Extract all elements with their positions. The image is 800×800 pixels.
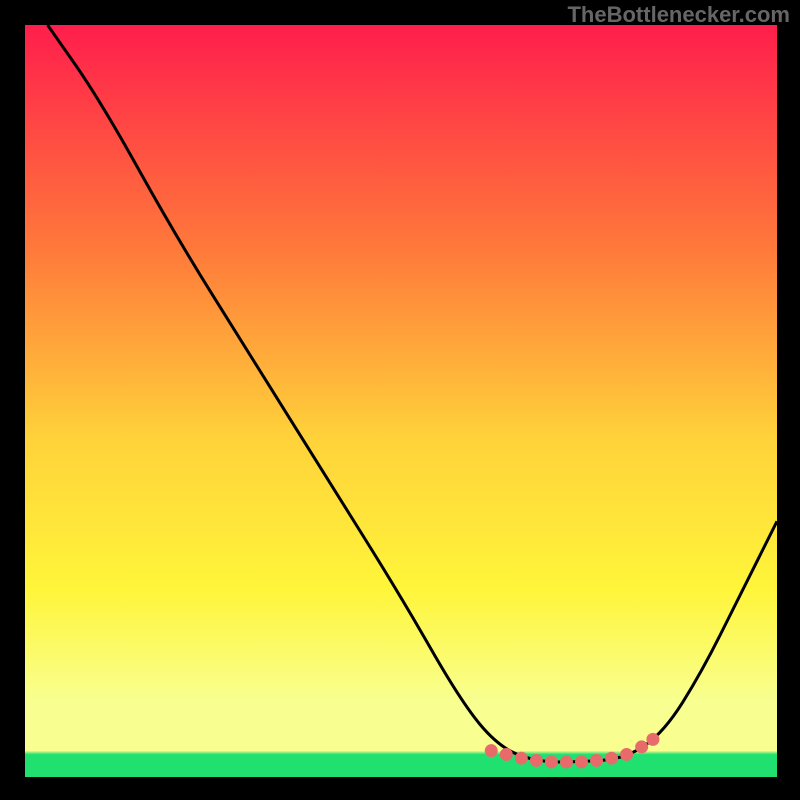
- optimal-dot: [646, 733, 659, 746]
- chart-plot-area: [25, 25, 777, 777]
- optimal-dot: [515, 752, 528, 765]
- chart-svg: [25, 25, 777, 777]
- optimal-dot: [635, 740, 648, 753]
- optimal-dot: [605, 752, 618, 765]
- optimal-dot: [590, 754, 603, 767]
- optimal-dot: [485, 744, 498, 757]
- optimal-dot: [560, 755, 573, 768]
- optimal-dot: [575, 755, 588, 768]
- optimal-dot: [530, 754, 543, 767]
- optimal-dot: [500, 748, 513, 761]
- optimal-dot: [545, 755, 558, 768]
- gradient-background: [25, 25, 777, 777]
- attribution-text: TheBottlenecker.com: [567, 2, 790, 28]
- optimal-dot: [620, 748, 633, 761]
